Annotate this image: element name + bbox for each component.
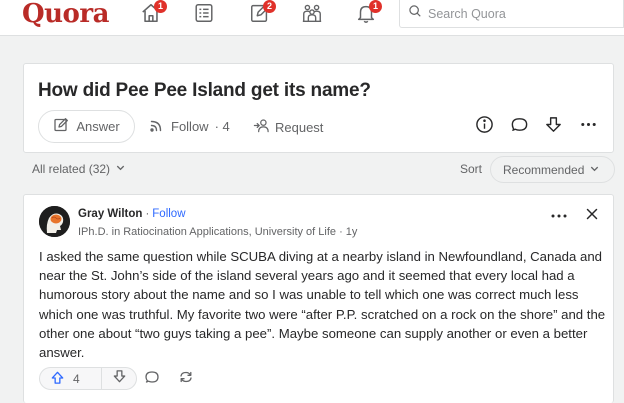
nav-spaces[interactable]	[298, 3, 326, 27]
nav-notifications[interactable]: 1	[352, 0, 382, 27]
dismiss-answer-button[interactable]	[582, 206, 602, 226]
share-cycle-icon	[178, 369, 194, 390]
follow-question-button[interactable]: Follow · 4	[149, 117, 230, 136]
downvote-button[interactable]	[102, 368, 136, 389]
answer-more-button[interactable]	[548, 207, 570, 225]
pencil-icon	[53, 117, 69, 136]
follow-author-link[interactable]: Follow	[152, 208, 185, 220]
search-icon	[408, 4, 422, 23]
request-button[interactable]: Request	[253, 117, 323, 137]
author-name[interactable]: Gray Wilton	[78, 208, 142, 220]
answer-button[interactable]: Answer	[38, 110, 135, 143]
sort-dropdown[interactable]: Recommended	[490, 156, 615, 183]
chevron-down-icon	[115, 162, 126, 176]
answer-card: Gray Wilton · Follow IPh.D. in Ratiocina…	[23, 194, 614, 403]
nav-following[interactable]	[190, 3, 218, 27]
vote-group: 4	[39, 367, 137, 390]
author-credential[interactable]: IPh.D. in Ratiocination Applications, Un…	[78, 226, 357, 238]
author-line: Gray Wilton · Follow	[78, 208, 186, 220]
close-icon	[585, 207, 599, 226]
question-title[interactable]: How did Pee Pee Island get its name?	[38, 80, 371, 102]
answer-body: I asked the same question while SCUBA di…	[39, 249, 606, 361]
downvote-arrow-icon	[112, 369, 127, 389]
following-icon	[193, 2, 215, 29]
top-nav-bar: Quora 1 2 1	[0, 0, 624, 36]
downvote-arrow-icon	[544, 115, 563, 139]
info-icon	[475, 115, 494, 139]
question-more-button[interactable]	[577, 116, 599, 138]
share-button[interactable]	[176, 369, 196, 389]
nav-home[interactable]: 1	[137, 0, 167, 27]
upvote-count: 4	[73, 371, 80, 386]
quora-logo[interactable]: Quora	[22, 0, 109, 28]
answer-button-label: Answer	[76, 119, 120, 134]
home-badge: 1	[154, 0, 167, 13]
downvote-question-button[interactable]	[542, 116, 564, 138]
sort-value: Recommended	[503, 162, 585, 177]
comment-button[interactable]	[508, 116, 530, 138]
answer-comment-button[interactable]	[142, 369, 162, 389]
search-input[interactable]	[428, 6, 608, 21]
follow-signal-icon	[149, 117, 165, 136]
more-dots-icon	[579, 115, 598, 139]
chevron-down-icon	[589, 163, 600, 177]
comment-icon	[510, 115, 529, 139]
upvote-button[interactable]: 4	[40, 368, 102, 389]
search-bar[interactable]	[399, 0, 624, 28]
spaces-icon	[301, 2, 323, 29]
all-related-label: All related (32)	[32, 162, 111, 176]
question-card: How did Pee Pee Island get its name? Ans…	[23, 63, 614, 153]
more-dots-icon	[549, 207, 569, 225]
author-avatar[interactable]	[39, 206, 70, 237]
nav-answer[interactable]: 2	[246, 0, 276, 27]
all-related-dropdown[interactable]: All related (32)	[32, 162, 126, 176]
info-button[interactable]	[473, 116, 495, 138]
follow-label: Follow	[171, 119, 209, 134]
request-person-icon	[253, 117, 270, 137]
follow-count: · 4	[214, 119, 230, 134]
answer-badge: 2	[263, 0, 276, 13]
request-label: Request	[275, 119, 324, 135]
comment-icon	[144, 369, 160, 390]
sort-label: Sort	[460, 162, 483, 176]
notifications-badge: 1	[369, 0, 382, 13]
upvote-arrow-icon	[50, 370, 65, 388]
separator-dot: ·	[145, 208, 150, 220]
